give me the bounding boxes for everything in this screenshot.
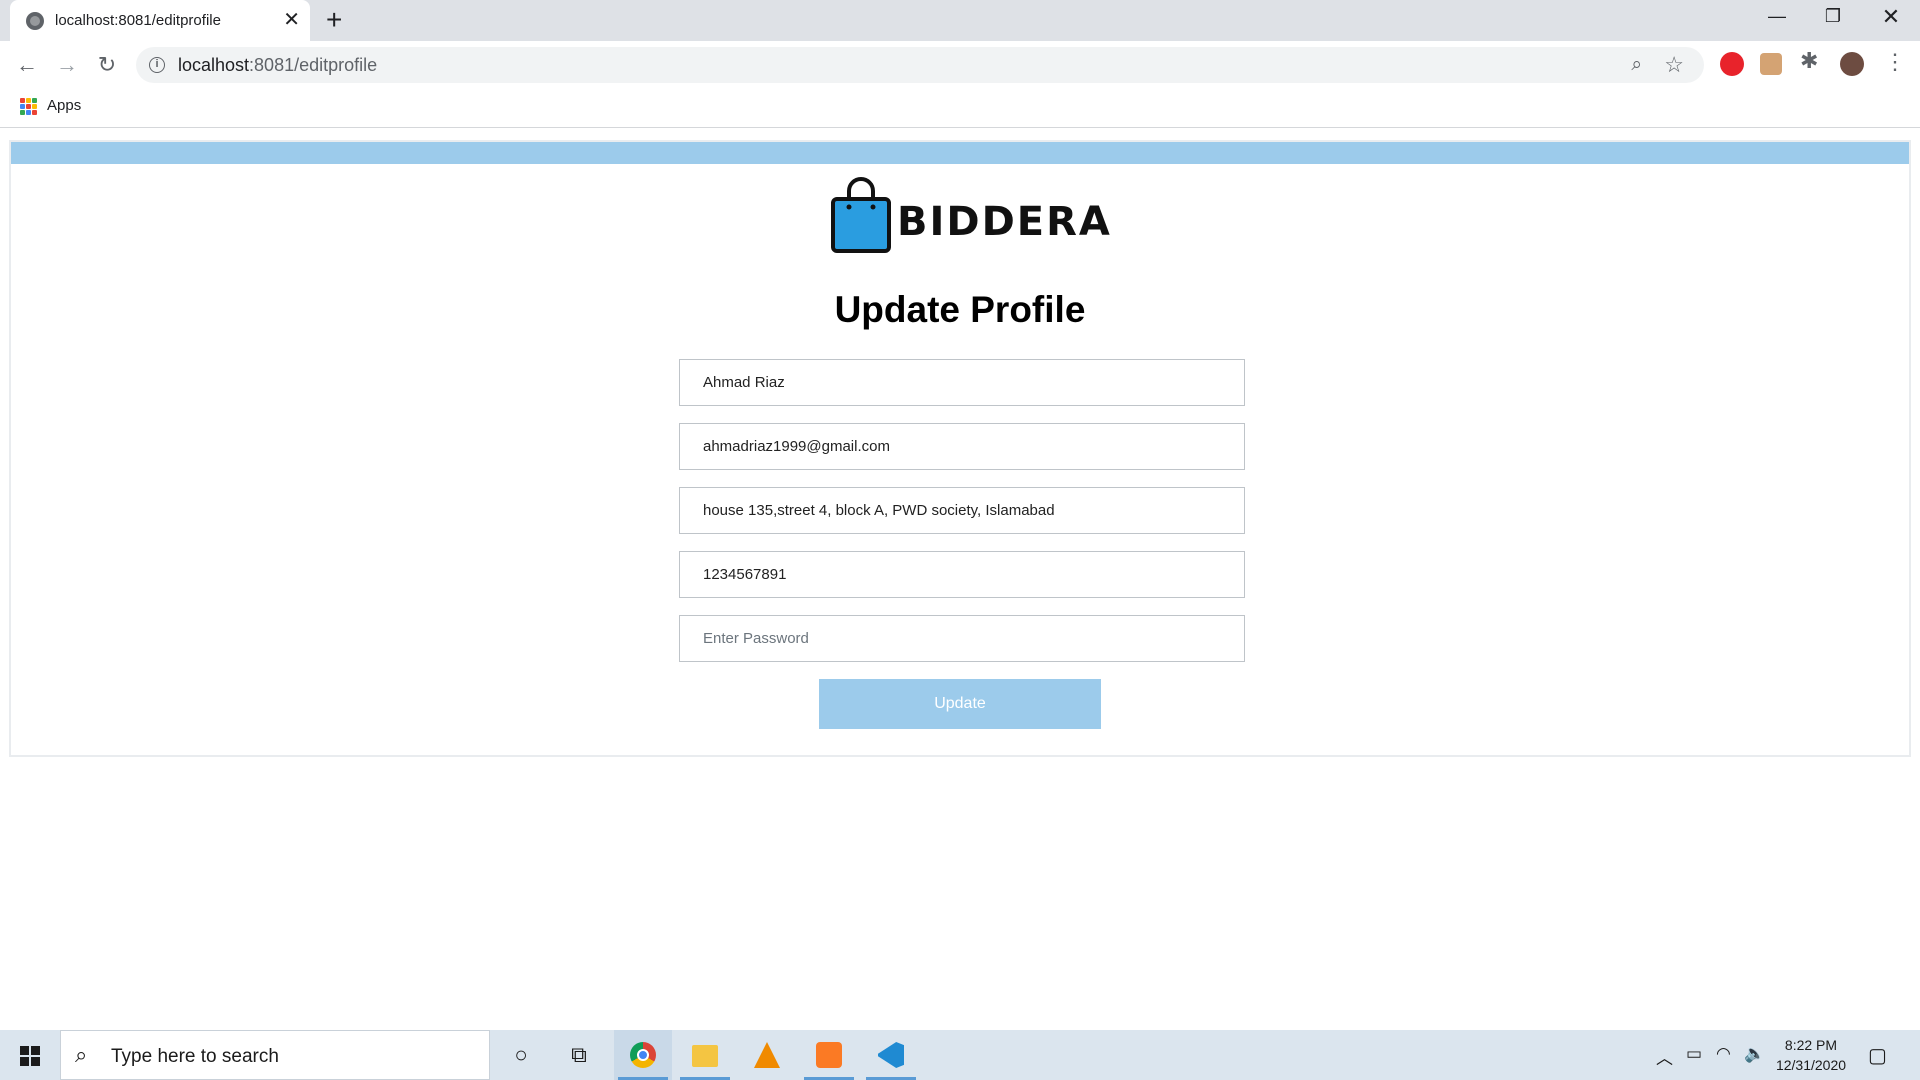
taskbar-vlc[interactable] — [738, 1030, 796, 1080]
volume-icon[interactable]: 🔈 — [1744, 1044, 1765, 1064]
back-arrow-icon[interactable]: ← — [12, 50, 42, 80]
card-header-bar — [11, 142, 1909, 164]
profile-card: BIDDERA Update Profile Update — [9, 140, 1911, 757]
apps-grid-icon[interactable] — [20, 98, 37, 115]
search-icon: ⌕ — [75, 1042, 88, 1067]
bookmarks-bar: Apps — [0, 88, 1920, 128]
zoom-icon[interactable]: ⌕ — [1631, 54, 1642, 76]
globe-icon — [26, 12, 44, 30]
browser-tab[interactable]: localhost:8081/editprofile ✕ — [10, 0, 310, 41]
name-field[interactable] — [679, 359, 1245, 406]
phone-field[interactable] — [679, 551, 1245, 598]
vlc-cone-icon — [754, 1042, 780, 1068]
taskbar-search-placeholder: Type here to search — [111, 1046, 279, 1067]
taskbar: ⌕ Type here to search ○ ⧉ ︿ ▭ ◠ 🔈 8:22 P… — [0, 1030, 1920, 1080]
update-button[interactable]: Update — [819, 679, 1101, 729]
profile-avatar-icon[interactable] — [1840, 52, 1864, 76]
password-field[interactable] — [679, 615, 1245, 662]
taskbar-search-box[interactable]: ⌕ Type here to search — [60, 1030, 490, 1080]
biddera-logo: BIDDERA — [829, 177, 1112, 257]
browser-tabstrip: localhost:8081/editprofile ✕ + — ❐ ✕ — [0, 0, 1920, 41]
url-text[interactable]: localhost:8081/editprofile — [178, 55, 377, 76]
vscode-icon — [878, 1042, 904, 1068]
page-content: BIDDERA Update Profile Update — [0, 129, 1920, 1031]
info-icon[interactable]: i — [149, 57, 165, 73]
notification-center-icon[interactable]: ▢ — [1868, 1043, 1887, 1068]
taskbar-xampp[interactable] — [800, 1030, 858, 1080]
windows-logo-icon — [20, 1046, 40, 1066]
logo-text: BIDDERA — [897, 199, 1112, 245]
battery-icon[interactable]: ▭ — [1686, 1044, 1702, 1064]
url-path: :8081/editprofile — [249, 55, 378, 75]
reload-icon[interactable]: ↻ — [92, 50, 122, 80]
page-title: Update Profile — [834, 289, 1086, 330]
shopping-bag-icon — [831, 177, 891, 253]
xampp-icon — [816, 1042, 842, 1068]
clock-date: 12/31/2020 — [1775, 1057, 1847, 1073]
url-host: localhost — [178, 55, 250, 75]
apps-bookmark[interactable]: Apps — [47, 97, 81, 114]
folder-icon — [692, 1045, 718, 1067]
browser-toolbar: ← → ↻ i localhost:8081/editprofile ⌕ ☆ ✱… — [0, 41, 1920, 88]
taskbar-file-explorer[interactable] — [676, 1030, 734, 1080]
clock-time: 8:22 PM — [1784, 1037, 1838, 1053]
address-field[interactable] — [679, 487, 1245, 534]
extension-box-icon[interactable] — [1760, 53, 1782, 75]
tab-title: localhost:8081/editprofile — [55, 12, 221, 29]
taskbar-chrome[interactable] — [614, 1030, 672, 1080]
email-field[interactable] — [679, 423, 1245, 470]
system-clock[interactable]: 8:22 PM 12/31/2020 — [1766, 1035, 1856, 1075]
wifi-icon[interactable]: ◠ — [1716, 1044, 1731, 1064]
forward-arrow-icon[interactable]: → — [52, 50, 82, 80]
bookmark-star-icon[interactable]: ☆ — [1664, 52, 1684, 78]
chrome-icon — [630, 1042, 656, 1068]
show-hidden-icons-chevron-icon[interactable]: ︿ — [1656, 1044, 1673, 1069]
close-tab-icon[interactable]: ✕ — [283, 9, 300, 31]
extensions-puzzle-icon[interactable]: ✱ — [1800, 48, 1824, 73]
new-tab-icon[interactable]: + — [326, 6, 342, 34]
start-button[interactable] — [0, 1030, 58, 1080]
taskbar-vscode[interactable] — [862, 1030, 920, 1080]
minimize-icon[interactable]: — — [1757, 6, 1797, 27]
browser-menu-icon[interactable]: ⋮ — [1884, 49, 1906, 75]
adblock-extension-icon[interactable] — [1720, 52, 1744, 76]
address-bar[interactable]: i localhost:8081/editprofile ⌕ ☆ — [136, 47, 1704, 83]
cortana-icon[interactable]: ○ — [492, 1030, 550, 1080]
task-view-icon[interactable]: ⧉ — [550, 1030, 608, 1080]
window-close-icon[interactable]: ✕ — [1871, 4, 1911, 30]
restore-icon[interactable]: ❐ — [1813, 6, 1853, 27]
